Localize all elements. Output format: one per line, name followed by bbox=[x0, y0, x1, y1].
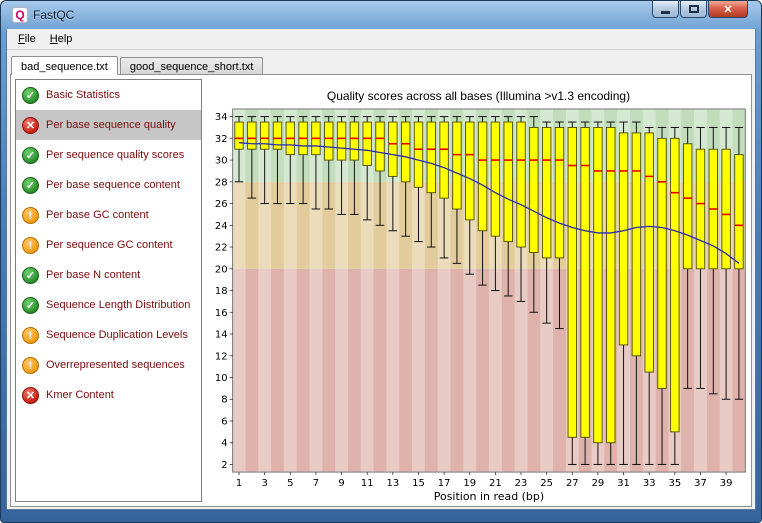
sidebar-item-label: Per base sequence quality bbox=[46, 119, 176, 131]
quality-chart: Position in read (bp) 246810121416182022… bbox=[215, 108, 746, 503]
svg-text:13: 13 bbox=[386, 478, 399, 489]
tabbar: bad_sequence.txt good_sequence_short.txt bbox=[7, 50, 755, 75]
fastqc-logo-icon: Q bbox=[12, 7, 28, 23]
svg-text:33: 33 bbox=[643, 478, 656, 489]
app-window: Q FastQC ✕ File Help bad_sequence.txt go… bbox=[0, 0, 762, 523]
warn-status-icon: ! bbox=[22, 206, 39, 224]
sidebar-item-label: Kmer Content bbox=[46, 389, 114, 401]
svg-text:26: 26 bbox=[215, 199, 228, 210]
pass-status-icon: ✓ bbox=[22, 266, 39, 284]
sidebar-item-label: Per base N content bbox=[46, 269, 141, 281]
client-area: File Help bad_sequence.txt good_sequence… bbox=[6, 29, 756, 510]
svg-text:8: 8 bbox=[221, 395, 227, 406]
svg-text:9: 9 bbox=[338, 478, 344, 489]
menubar: File Help bbox=[7, 29, 755, 50]
window-controls: ✕ bbox=[651, 1, 748, 18]
svg-text:15: 15 bbox=[412, 478, 425, 489]
sidebar-item-label: Per sequence quality scores bbox=[46, 149, 185, 161]
svg-text:16: 16 bbox=[215, 308, 228, 319]
menu-help[interactable]: Help bbox=[43, 30, 80, 48]
svg-text:37: 37 bbox=[694, 478, 707, 489]
sidebar-item-per-base-sequence-content[interactable]: ✓ Per base sequence content bbox=[16, 170, 201, 200]
close-button[interactable]: ✕ bbox=[708, 1, 748, 18]
svg-text:11: 11 bbox=[361, 478, 374, 489]
svg-text:6: 6 bbox=[221, 416, 227, 427]
sidebar-item-basic-statistics[interactable]: ✓ Basic Statistics bbox=[16, 80, 201, 110]
minimize-icon bbox=[661, 10, 670, 14]
warn-status-icon: ! bbox=[22, 326, 39, 344]
sidebar-item-per-base-gc-content[interactable]: ! Per base GC content bbox=[16, 200, 201, 230]
svg-text:4: 4 bbox=[221, 438, 227, 449]
sidebar-item-per-sequence-gc-content[interactable]: ! Per sequence GC content bbox=[16, 230, 201, 260]
svg-text:18: 18 bbox=[215, 286, 228, 297]
sidebar-item-per-base-sequence-quality[interactable]: ✕ Per base sequence quality bbox=[16, 110, 201, 140]
sidebar-item-per-base-n-content[interactable]: ✓ Per base N content bbox=[16, 260, 201, 290]
warn-status-icon: ! bbox=[22, 236, 39, 254]
titlebar[interactable]: Q FastQC ✕ bbox=[6, 1, 756, 29]
chart-area: Quality scores across all bases (Illumin… bbox=[206, 75, 751, 506]
sidebar-item-per-sequence-quality-scores[interactable]: ✓ Per sequence quality scores bbox=[16, 140, 201, 170]
svg-text:14: 14 bbox=[215, 330, 228, 341]
sidebar-item-sequence-length-distribution[interactable]: ✓ Sequence Length Distribution bbox=[16, 290, 201, 320]
svg-text:29: 29 bbox=[592, 478, 605, 489]
sidebar-item-label: Per base GC content bbox=[46, 209, 149, 221]
tab-content-panel: ✓ Basic Statistics ✕ Per base sequence qual… bbox=[10, 74, 752, 507]
warn-status-icon: ! bbox=[22, 356, 39, 374]
sidebar-item-label: Per base sequence content bbox=[46, 179, 180, 191]
svg-text:25: 25 bbox=[540, 478, 553, 489]
fail-status-icon: ✕ bbox=[22, 386, 39, 404]
pass-status-icon: ✓ bbox=[22, 86, 39, 104]
svg-text:32: 32 bbox=[215, 134, 228, 145]
chart-title: Quality scores across all bases (Illumin… bbox=[326, 89, 631, 103]
module-list: ✓ Basic Statistics ✕ Per base sequence qual… bbox=[15, 79, 202, 502]
svg-text:30: 30 bbox=[215, 156, 228, 167]
sidebar-item-sequence-duplication-levels[interactable]: ! Sequence Duplication Levels bbox=[16, 320, 201, 350]
window-title: FastQC bbox=[33, 8, 75, 22]
sidebar-item-label: Sequence Length Distribution bbox=[46, 299, 191, 311]
svg-text:17: 17 bbox=[438, 478, 451, 489]
sidebar-item-label: Basic Statistics bbox=[46, 89, 120, 101]
svg-text:24: 24 bbox=[215, 221, 228, 232]
svg-text:1: 1 bbox=[236, 478, 242, 489]
svg-text:39: 39 bbox=[720, 478, 733, 489]
svg-text:23: 23 bbox=[515, 478, 528, 489]
sidebar-item-label: Sequence Duplication Levels bbox=[46, 329, 188, 341]
svg-text:2: 2 bbox=[221, 460, 227, 471]
svg-text:35: 35 bbox=[668, 478, 681, 489]
sidebar-item-label: Overrepresented sequences bbox=[46, 359, 185, 371]
svg-text:21: 21 bbox=[489, 478, 502, 489]
svg-text:34: 34 bbox=[215, 112, 228, 123]
svg-text:22: 22 bbox=[215, 243, 228, 254]
svg-text:10: 10 bbox=[215, 373, 228, 384]
svg-text:27: 27 bbox=[566, 478, 579, 489]
sidebar-item-label: Per sequence GC content bbox=[46, 239, 173, 251]
svg-text:7: 7 bbox=[313, 478, 319, 489]
svg-text:31: 31 bbox=[617, 478, 630, 489]
menu-file[interactable]: File bbox=[11, 30, 43, 48]
maximize-icon bbox=[688, 5, 699, 13]
svg-text:12: 12 bbox=[215, 351, 228, 362]
sidebar-item-kmer-content[interactable]: ✕ Kmer Content bbox=[16, 380, 201, 410]
svg-text:19: 19 bbox=[463, 478, 476, 489]
fail-status-icon: ✕ bbox=[22, 116, 39, 134]
close-icon: ✕ bbox=[723, 3, 733, 16]
maximize-button[interactable] bbox=[680, 1, 707, 18]
tab-bad-sequence[interactable]: bad_sequence.txt bbox=[11, 56, 118, 75]
sidebar-item-overrepresented-sequences[interactable]: ! Overrepresented sequences bbox=[16, 350, 201, 380]
svg-text:28: 28 bbox=[215, 177, 228, 188]
pass-status-icon: ✓ bbox=[22, 176, 39, 194]
tab-good-sequence-short[interactable]: good_sequence_short.txt bbox=[119, 57, 264, 75]
svg-text:20: 20 bbox=[215, 264, 228, 275]
pass-status-icon: ✓ bbox=[22, 296, 39, 314]
pass-status-icon: ✓ bbox=[22, 146, 39, 164]
minimize-button[interactable] bbox=[652, 1, 679, 18]
svg-text:3: 3 bbox=[261, 478, 267, 489]
x-axis-label: Position in read (bp) bbox=[434, 490, 544, 503]
svg-text:5: 5 bbox=[287, 478, 293, 489]
